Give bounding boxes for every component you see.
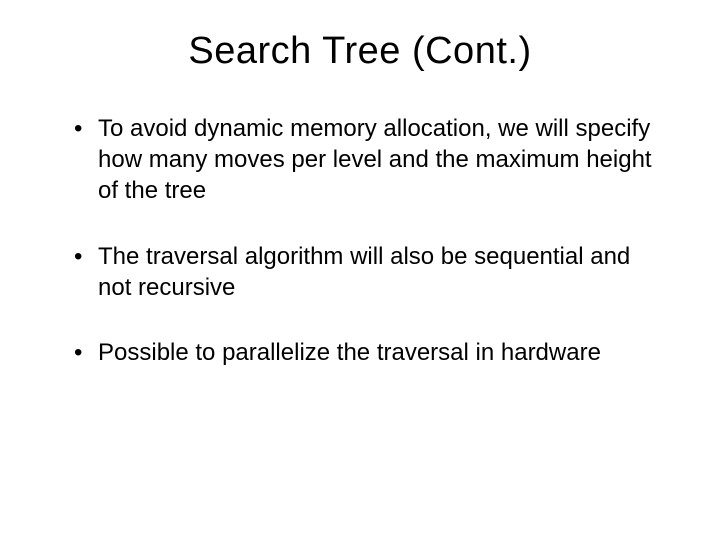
list-item: To avoid dynamic memory allocation, we w… (80, 113, 670, 207)
list-item: Possible to parallelize the traversal in… (80, 337, 670, 368)
list-item: The traversal algorithm will also be seq… (80, 241, 670, 303)
slide-title: Search Tree (Cont.) (50, 30, 670, 73)
bullet-list: To avoid dynamic memory allocation, we w… (50, 113, 670, 368)
